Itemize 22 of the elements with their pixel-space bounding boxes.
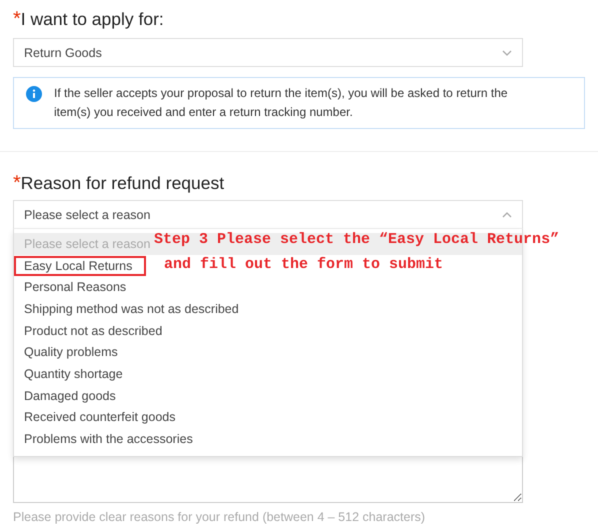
annotation-text: Step 3 Please select the “Easy Local Returns” xyxy=(154,230,560,250)
field-label: Reason for refund request xyxy=(20,173,224,194)
reason-select[interactable]: Please select a reason xyxy=(13,200,523,229)
hint-text: Please provide clear reasons for your refund (between 4 – 512 characters) xyxy=(13,510,426,524)
required-mark: * xyxy=(13,8,21,31)
dropdown-option[interactable]: Product not as described xyxy=(24,324,162,338)
chevron-icon xyxy=(502,212,512,218)
dropdown-option[interactable]: Personal Reasons xyxy=(24,280,126,294)
chevron-icon xyxy=(502,50,512,56)
dropdown-option[interactable]: Received counterfeit goods xyxy=(24,410,176,424)
info-text: If the seller accepts your proposal to return the item(s), you will be asked to return the item(s) you received and enter a return tracking number. xyxy=(54,85,509,121)
field-label: I want to apply for: xyxy=(20,9,164,30)
info-icon xyxy=(26,86,42,102)
annotation-text: and fill out the form to submit xyxy=(164,255,444,275)
dropdown-option[interactable]: Quantity shortage xyxy=(24,366,123,381)
required-mark: * xyxy=(13,172,21,195)
dropdown-option[interactable]: Easy Local Returns xyxy=(14,256,146,276)
apply-select[interactable]: Return Goods xyxy=(13,38,523,67)
dropdown-option[interactable]: Problems with the accessories xyxy=(24,432,193,446)
dropdown-option[interactable]: Quality problems xyxy=(24,345,118,360)
dropdown-option[interactable]: Shipping method was not as described xyxy=(24,302,239,316)
dropdown-option[interactable]: Damaged goods xyxy=(24,388,116,403)
